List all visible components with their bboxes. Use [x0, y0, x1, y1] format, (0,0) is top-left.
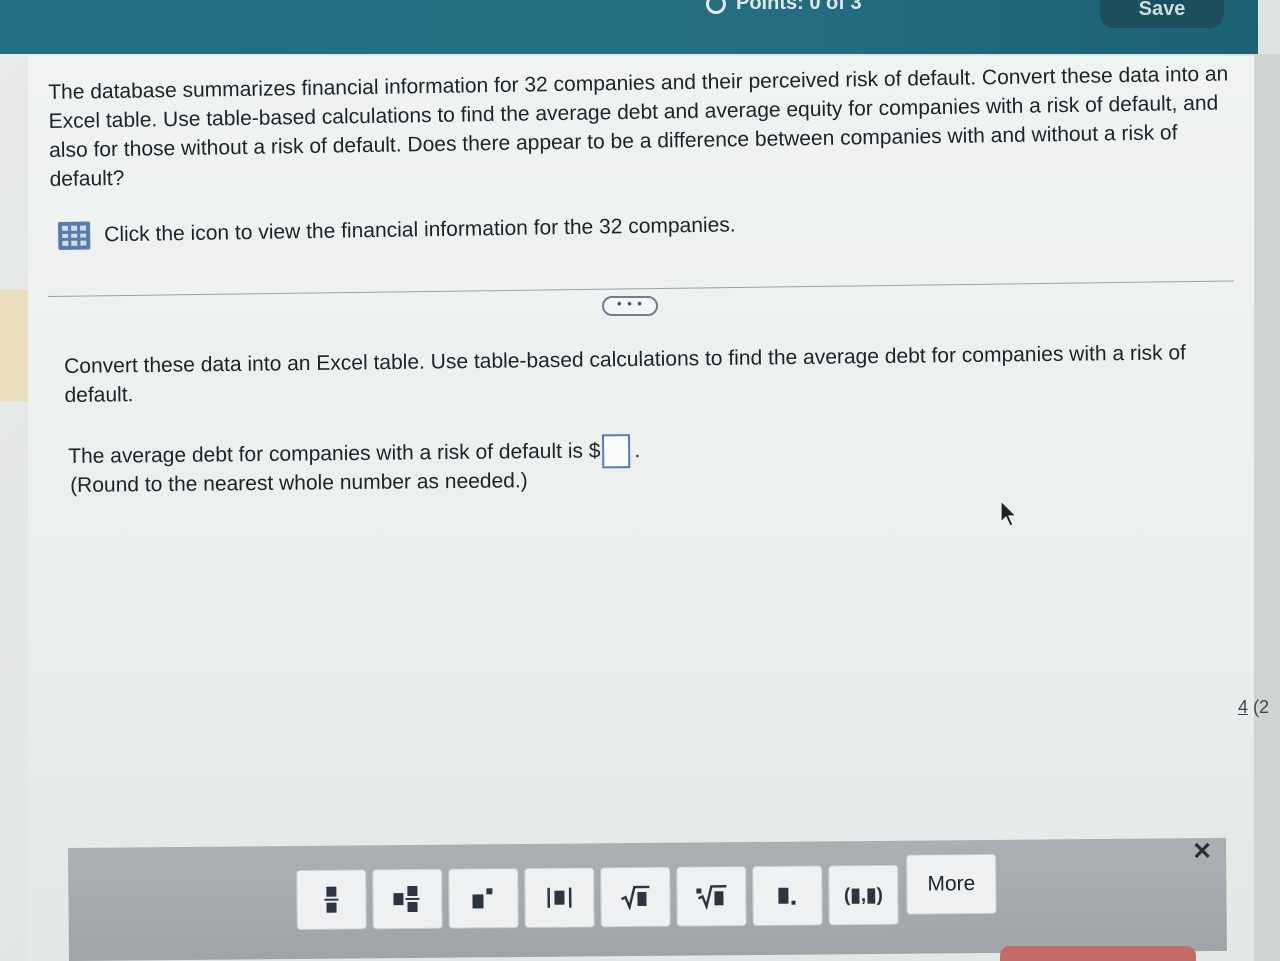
answer-suffix: .: [634, 439, 641, 463]
bottom-action-button[interactable]: [1000, 946, 1196, 961]
mouse-cursor-icon: [1000, 500, 1018, 527]
absolute-value-icon: [547, 887, 572, 908]
question-panel: [28, 56, 1254, 961]
square-root-button[interactable]: [600, 866, 671, 928]
math-toolbar: ✕ (▮,▮) More: [68, 837, 1227, 961]
save-button[interactable]: Save: [1100, 0, 1224, 28]
expand-button[interactable]: • • •: [602, 296, 658, 316]
decimal-icon: [778, 887, 796, 905]
exponent-icon: [472, 888, 493, 909]
ordered-pair-button[interactable]: (▮,▮): [828, 864, 899, 926]
rounding-note: (Round to the nearest whole number as ne…: [70, 469, 528, 497]
square-root-icon: [620, 885, 650, 911]
spreadsheet-icon[interactable]: [58, 221, 91, 250]
fraction-icon: [324, 886, 339, 913]
answer-line: The average debt for companies with a ri…: [68, 434, 640, 474]
points-label: Points: 0 of 3: [736, 0, 862, 14]
answer-input[interactable]: [602, 434, 631, 469]
points-indicator: Points: 0 of 3: [706, 0, 862, 15]
exponent-button[interactable]: [448, 868, 519, 929]
question-text: The database summarizes financial inform…: [48, 62, 1229, 191]
header-bar: Points: 0 of 3 Save: [0, 0, 1258, 54]
nth-root-button[interactable]: [676, 866, 747, 927]
side-link-suffix: (2: [1248, 697, 1270, 717]
mixed-number-icon: [393, 885, 420, 913]
side-link[interactable]: 4 (2: [1238, 697, 1269, 718]
right-edge-panel: [1254, 54, 1280, 961]
close-icon[interactable]: ✕: [1192, 838, 1212, 865]
fraction-button[interactable]: [296, 869, 367, 931]
side-link-number[interactable]: 4: [1238, 697, 1248, 717]
more-button[interactable]: More: [906, 853, 997, 915]
mixed-number-button[interactable]: [372, 868, 443, 930]
progress-circle-icon: [706, 0, 726, 14]
nth-root-icon: [696, 885, 727, 910]
screen: Points: 0 of 3 Save The database summari…: [0, 0, 1280, 961]
answer-prefix: The average debt for companies with a ri…: [68, 439, 601, 468]
absolute-value-button[interactable]: [524, 867, 595, 929]
ordered-pair-icon: (▮,▮): [843, 884, 883, 906]
decimal-button[interactable]: [752, 865, 823, 927]
